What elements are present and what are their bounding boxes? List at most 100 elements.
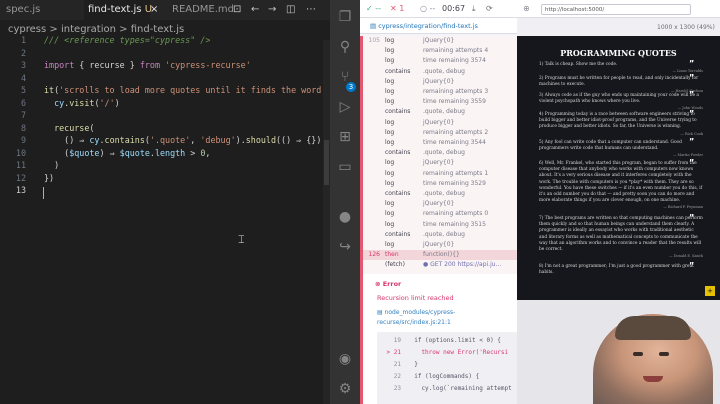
command-name: log	[385, 118, 395, 126]
app-iframe[interactable]: PROGRAMMING QUOTES 1) Talk is cheap. Sho…	[517, 36, 720, 300]
error-file-link[interactable]: ▤ node_modules/cypress-recurse/src/index…	[377, 308, 509, 328]
code-line[interactable]: 8 recurse(	[0, 122, 330, 135]
remote-icon[interactable]: ▭	[336, 158, 354, 176]
command-row[interactable]: log jQuery{0}	[363, 240, 517, 250]
code-token: { recurse }	[74, 60, 140, 70]
tab-label: README.md	[172, 4, 235, 15]
code-text: /// <reference types="cypress" />	[44, 34, 210, 47]
command-msg: .quote, debug	[423, 108, 465, 116]
command-row[interactable]: log time remaining 3574	[363, 56, 517, 66]
command-msg: .quote, debug	[423, 149, 465, 157]
scrollbar-thumb[interactable]	[324, 140, 329, 185]
error-title: ⊗ Error	[375, 280, 401, 288]
files-icon[interactable]: ❐	[336, 8, 354, 26]
code-token: recurse	[44, 122, 90, 133]
command-row[interactable]: 126 then function(){}	[363, 250, 517, 261]
error-file-path: node_modules/cypress-recurse/src/index.j…	[377, 309, 456, 326]
close-tab-icon[interactable]: ×	[150, 0, 158, 20]
code-token: 'cypress-recurse'	[160, 60, 251, 70]
more-actions-icon[interactable]: ⋯	[306, 0, 316, 20]
tab-spec-js[interactable]: spec.js	[6, 0, 64, 20]
command-row[interactable]: log jQuery{0}	[363, 118, 517, 128]
command-msg: jQuery{0}	[423, 200, 455, 208]
quote-item: 4) Programming today is a race between s…	[539, 112, 703, 137]
command-row[interactable]: log jQuery{0}	[363, 199, 517, 209]
github-icon[interactable]: ●	[336, 208, 354, 226]
quote-mark-icon: ”	[689, 137, 695, 146]
command-row[interactable]: log time remaining 3559	[363, 97, 517, 107]
command-row[interactable]: log time remaining 3544	[363, 138, 517, 148]
command-name: (fetch)	[385, 261, 405, 269]
quote-mark-icon: ”	[689, 261, 695, 270]
go-back-icon[interactable]: ←	[251, 0, 259, 20]
quote-author: — Martin Fowler	[672, 153, 703, 158]
command-row[interactable]: contains .quote, debug	[363, 107, 517, 117]
line-number: 11	[15, 160, 26, 170]
command-row[interactable]: log jQuery{0}	[363, 77, 517, 87]
code-line[interactable]: 2	[0, 47, 330, 60]
code-line[interactable]: 3 import { recurse } from 'cypress-recurs…	[0, 59, 330, 72]
cypress-command-log: ✓ -- ✕ 1 ○ -- 00:67 ⤓ ⟳ ▤ cypress/integr…	[360, 0, 517, 404]
command-row[interactable]: log jQuery{0}	[363, 158, 517, 168]
code-editor[interactable]: spec.js find-text.js U × README.md ⊡ ← →…	[0, 0, 330, 404]
command-row[interactable]: contains .quote, debug	[363, 67, 517, 77]
reload-icon[interactable]: ⟳	[486, 4, 493, 14]
split-editor-icon[interactable]: ◫	[286, 0, 295, 20]
text-cursor	[43, 187, 44, 199]
code-line[interactable]: 1 /// <reference types="cypress" />	[0, 34, 330, 47]
command-row[interactable]: log time remaining 3515	[363, 220, 517, 230]
settings-icon[interactable]: ⚙	[336, 380, 354, 398]
tab-find-text-js[interactable]: find-text.js U	[84, 0, 152, 20]
code-line[interactable]: 4	[0, 72, 330, 85]
code-token: /// <reference types="cypress" />	[44, 35, 211, 45]
passed-count: ✓ --	[366, 4, 382, 13]
auto-scroll-icon[interactable]: ⤓	[472, 4, 476, 14]
command-row[interactable]: 105 log jQuery{0}	[363, 36, 517, 46]
code-line[interactable]: 9 () ⇒ cy.contains('.quote', 'debug').sh…	[0, 134, 330, 147]
command-row[interactable]: contains .quote, debug	[363, 230, 517, 240]
go-forward-icon[interactable]: →	[268, 0, 276, 20]
line-number: 13	[15, 185, 26, 195]
quote-mark-icon: ”	[689, 73, 695, 82]
url-input[interactable]: http://localhost:5000/	[541, 4, 691, 15]
code-token: cy	[44, 97, 65, 108]
command-list[interactable]: 105 log jQuery{0} log remaining attempts 4 lo…	[360, 36, 517, 274]
code-text: recurse(	[44, 122, 94, 135]
code-line[interactable]: 5 it('scrolls to load more quotes until i…	[0, 84, 330, 97]
spec-path[interactable]: ▤ cypress/integration/find-text.js	[360, 18, 517, 34]
code-token: '/'	[99, 97, 115, 108]
command-msg: time remaining 3559	[423, 98, 486, 106]
activity-bar: ❐ ⚲ ⑂ 3 ▷ ⊞ ▭ ● ↪ ◉ ⚙	[330, 0, 360, 404]
debug-icon[interactable]: ▷	[336, 98, 354, 116]
compare-icon[interactable]: ⊡	[233, 0, 241, 20]
load-more-button[interactable]: +	[705, 286, 715, 296]
code-line[interactable]: 6 cy.visit('/')	[0, 97, 330, 110]
code-line[interactable]: 10 ($quote) ⇒ $quote.length > 0,	[0, 147, 330, 160]
code-line[interactable]: 7	[0, 109, 330, 122]
code-token: $quote	[119, 147, 150, 158]
code-line[interactable]: 11 )	[0, 159, 330, 172]
command-row[interactable]: (fetch) ● GET 200 https://api.ju...	[363, 260, 517, 270]
command-row[interactable]: log remaining attempts 0	[363, 209, 517, 219]
tab-readme[interactable]: README.md	[172, 0, 235, 20]
command-row[interactable]: log time remaining 3529	[363, 179, 517, 189]
quote-text: 2) Programs must be written for people t…	[539, 76, 699, 88]
share-icon[interactable]: ↪	[336, 238, 354, 256]
quote-mark-icon: ”	[689, 213, 695, 222]
code-line[interactable]: 12})	[0, 172, 330, 185]
account-icon[interactable]: ◉	[336, 350, 354, 368]
code-line[interactable]: 13	[0, 184, 330, 197]
quote-author: — Richard P. Feynman	[663, 205, 703, 210]
command-row[interactable]: contains .quote, debug	[363, 189, 517, 199]
command-row[interactable]: log remaining attempts 2	[363, 128, 517, 138]
command-row[interactable]: log remaining attempts 1	[363, 169, 517, 179]
editor-scrollbar[interactable]	[323, 40, 330, 404]
command-row[interactable]: log remaining attempts 4	[363, 46, 517, 56]
command-name: contains	[385, 108, 411, 116]
search-icon[interactable]: ⚲	[336, 38, 354, 56]
extensions-icon[interactable]: ⊞	[336, 128, 354, 146]
command-row[interactable]: log remaining attempts 3	[363, 87, 517, 97]
line-number: 23	[393, 385, 401, 392]
target-icon[interactable]: ⊕	[523, 4, 530, 13]
command-row[interactable]: contains .quote, debug	[363, 148, 517, 158]
